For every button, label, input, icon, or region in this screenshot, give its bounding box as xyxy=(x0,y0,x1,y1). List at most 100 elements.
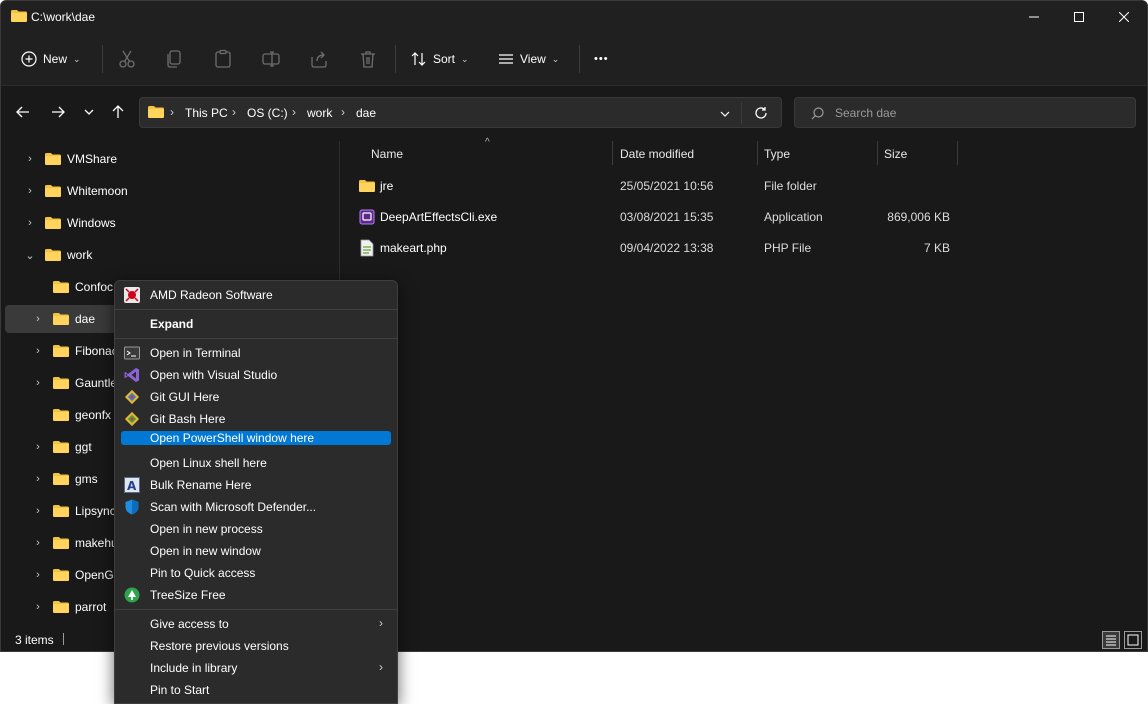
chevron-right-icon: › xyxy=(170,105,174,119)
column-header-size[interactable]: Size xyxy=(884,141,907,167)
chevron-right-icon[interactable]: › xyxy=(33,377,43,389)
column-header-date-modified[interactable]: Date modified xyxy=(620,141,694,167)
menu-item-expand[interactable]: Expand xyxy=(121,314,391,334)
rename-icon[interactable] xyxy=(261,49,281,69)
more-options-button[interactable]: ••• xyxy=(594,33,609,85)
menu-item-treesize-free[interactable]: TreeSize Free xyxy=(121,585,391,605)
file-type: File folder xyxy=(764,179,817,193)
menu-item-give-access-to[interactable]: Give access to › xyxy=(121,614,391,634)
column-header-type[interactable]: Type xyxy=(764,141,790,167)
refresh-icon[interactable] xyxy=(754,106,768,120)
tree-item-work[interactable]: ⌄ work xyxy=(25,241,325,269)
breadcrumb-this-pc[interactable]: This PC xyxy=(185,106,228,120)
details-view-button[interactable] xyxy=(1102,631,1120,649)
tree-item-whitemoon[interactable]: › Whitemoon xyxy=(25,177,325,205)
arrow-up-icon xyxy=(112,105,124,118)
breadcrumb-dae[interactable]: dae xyxy=(356,106,376,120)
menu-item-bulk-rename-here[interactable]: A Bulk Rename Here xyxy=(121,475,391,495)
view-label: View xyxy=(520,52,546,66)
menu-item-pin-to-start[interactable]: Pin to Start xyxy=(121,680,391,700)
chevron-right-icon[interactable]: › xyxy=(33,313,43,325)
chevron-right-icon[interactable]: › xyxy=(25,217,35,229)
share-icon[interactable] xyxy=(309,49,329,69)
close-button[interactable] xyxy=(1101,1,1147,33)
folder-icon xyxy=(45,153,61,165)
toolbar-separator xyxy=(102,45,103,73)
folder-icon xyxy=(53,601,69,613)
column-separator[interactable] xyxy=(612,141,613,165)
menu-item-amd-radeon-software[interactable]: AMD Radeon Software xyxy=(121,285,391,305)
chevron-down-icon[interactable]: ⌄ xyxy=(25,249,35,262)
menu-item-restore-previous-versions[interactable]: Restore previous versions xyxy=(121,636,391,656)
chevron-right-icon[interactable]: › xyxy=(25,153,35,165)
maximize-button[interactable] xyxy=(1056,1,1102,33)
chevron-right-icon[interactable]: › xyxy=(33,505,43,517)
chevron-right-icon[interactable]: › xyxy=(33,473,43,485)
file-date: 03/08/2021 15:35 xyxy=(620,210,714,224)
cut-icon[interactable] xyxy=(117,49,137,69)
tree-item-label: parrot xyxy=(75,600,107,614)
menu-item-open-in-new-window[interactable]: Open in new window xyxy=(121,541,391,561)
file-name: jre xyxy=(380,179,394,193)
column-separator[interactable] xyxy=(877,141,878,165)
php-file-icon xyxy=(360,239,374,257)
menu-item-open-powershell-window-here[interactable]: Open PowerShell window here xyxy=(121,431,391,445)
chevron-right-icon[interactable]: › xyxy=(25,185,35,197)
search-box[interactable]: Search dae xyxy=(794,97,1136,128)
menu-item-git-bash-here[interactable]: Git Bash Here xyxy=(121,409,391,429)
breadcrumb-work[interactable]: work xyxy=(307,106,332,120)
menu-item-include-in-library[interactable]: Include in library › xyxy=(121,658,391,678)
paste-icon[interactable] xyxy=(213,49,233,69)
minimize-button[interactable] xyxy=(1011,1,1057,33)
file-type: Application xyxy=(764,210,823,224)
breadcrumb-os-c[interactable]: OS (C:) xyxy=(247,106,288,120)
menu-item-pin-to-quick-access[interactable]: Pin to Quick access xyxy=(121,563,391,583)
menu-item-open-linux-shell-here[interactable]: Open Linux shell here xyxy=(121,453,391,473)
tree-item-vmshare[interactable]: › VMShare xyxy=(25,145,325,173)
menu-item-label: TreeSize Free xyxy=(150,588,226,602)
folder-icon xyxy=(45,217,61,229)
recent-locations-button[interactable] xyxy=(78,101,100,123)
chevron-down-icon: ⌄ xyxy=(461,53,469,64)
menu-item-git-gui-here[interactable]: Git GUI Here xyxy=(121,387,391,407)
up-button[interactable] xyxy=(107,101,129,123)
chevron-right-icon[interactable]: › xyxy=(33,345,43,357)
back-button[interactable] xyxy=(12,101,34,123)
tiles-view-button[interactable] xyxy=(1124,631,1142,649)
menu-item-scan-with-microsoft-defender[interactable]: Scan with Microsoft Defender... xyxy=(121,497,391,517)
column-header-name[interactable]: Name xyxy=(371,141,403,167)
file-row[interactable]: DeepArtEffectsCli.exe 03/08/2021 15:35 A… xyxy=(355,203,1135,231)
menu-item-label: AMD Radeon Software xyxy=(150,288,273,302)
amd-radeon-icon xyxy=(124,287,140,303)
menu-item-open-with-visual-studio[interactable]: Open with Visual Studio xyxy=(121,365,391,385)
svg-text:A: A xyxy=(127,479,137,493)
view-button[interactable]: View ⌄ xyxy=(498,33,559,85)
chevron-right-icon[interactable]: › xyxy=(33,601,43,613)
menu-item-open-in-new-process[interactable]: Open in new process xyxy=(121,519,391,539)
forward-button[interactable] xyxy=(47,101,69,123)
visual-studio-icon xyxy=(124,368,139,382)
chevron-right-icon[interactable]: › xyxy=(33,441,43,453)
tree-item-label: work xyxy=(67,248,93,262)
delete-icon[interactable] xyxy=(358,49,378,69)
tree-item-label: Confoc xyxy=(75,280,114,294)
search-icon xyxy=(811,107,824,120)
column-separator[interactable] xyxy=(957,141,958,165)
command-bar: New ⌄ Sort ⌄ View ⌄ ••• xyxy=(1,33,1147,86)
menu-item-open-in-terminal[interactable]: Open in Terminal xyxy=(121,343,391,363)
address-dropdown-icon[interactable] xyxy=(720,109,730,119)
file-row[interactable]: jre 25/05/2021 10:56 File folder xyxy=(355,172,1135,200)
file-row[interactable]: makeart.php 09/04/2022 13:38 PHP File 7 … xyxy=(355,234,1135,262)
copy-icon[interactable] xyxy=(165,49,185,69)
sort-button[interactable]: Sort ⌄ xyxy=(411,33,469,85)
new-button[interactable]: New ⌄ xyxy=(21,33,81,85)
item-count: 3 items xyxy=(15,633,54,647)
chevron-right-icon[interactable]: › xyxy=(33,537,43,549)
menu-item-label: Pin to Start xyxy=(150,683,210,697)
column-separator[interactable] xyxy=(757,141,758,165)
treesize-icon xyxy=(124,587,140,603)
address-bar[interactable]: › This PC › OS (C:) › work › dae xyxy=(139,97,782,128)
chevron-right-icon[interactable]: › xyxy=(33,569,43,581)
tree-item-windows[interactable]: › Windows xyxy=(25,209,325,237)
minimize-icon xyxy=(1029,16,1039,18)
